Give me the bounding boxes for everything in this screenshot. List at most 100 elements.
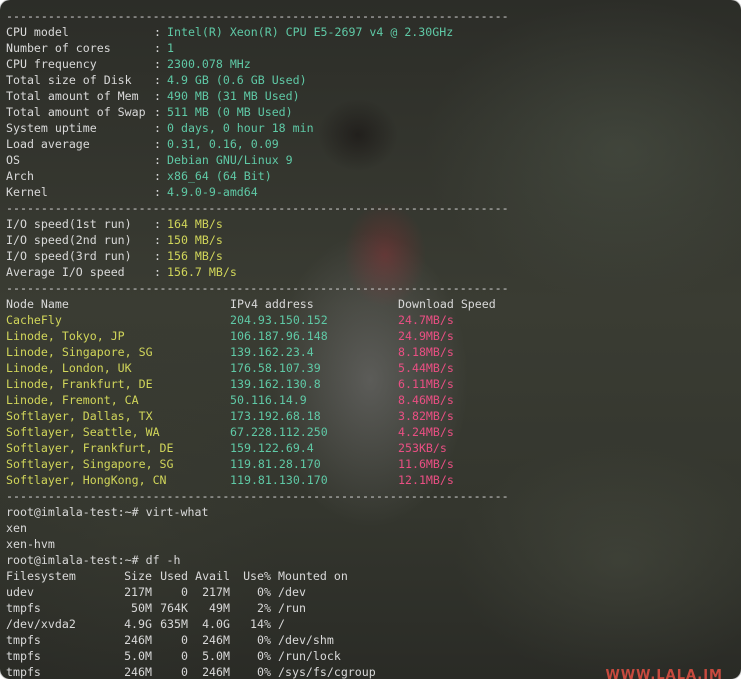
node-name: Softlayer, Seattle, WA bbox=[6, 425, 160, 439]
speedtest-row: Linode, Fremont, CA 50.116.14.9 8.46MB/s bbox=[6, 392, 736, 408]
terminal-window[interactable]: ----------------------------------------… bbox=[0, 0, 741, 679]
df-cell: /dev/shm bbox=[278, 633, 334, 647]
shell-text: root@imlala-test:~# virt-what bbox=[6, 505, 209, 519]
df-row: tmpfs 5.0M 0 5.0M 0% /run/lock bbox=[6, 648, 736, 664]
df-cell: tmpfs bbox=[6, 649, 41, 663]
io-label: I/O speed(2nd run) bbox=[6, 233, 132, 247]
df-cell: /sys/fs/cgroup bbox=[278, 665, 376, 679]
node-speed: 8.18MB/s bbox=[398, 345, 454, 359]
df-cell: 4.0G bbox=[202, 617, 230, 631]
df-cell: / bbox=[278, 617, 285, 631]
df-cell: 50M bbox=[131, 601, 152, 615]
sysinfo-label: Total amount of Swap bbox=[6, 105, 146, 119]
df-cell: udev bbox=[6, 585, 34, 599]
sysinfo-row: Kernel:4.9.0-9-amd64 bbox=[6, 184, 736, 200]
df-row: tmpfs 246M 0 246M 0% /dev/shm bbox=[6, 632, 736, 648]
df-cell: 5.0M bbox=[202, 649, 230, 663]
df-cell: 246M bbox=[202, 665, 230, 679]
io-label: I/O speed(3rd run) bbox=[6, 249, 132, 263]
df-cell: 217M bbox=[124, 585, 152, 599]
node-name: Linode, Singapore, SG bbox=[6, 345, 153, 359]
df-cell: 246M bbox=[124, 633, 152, 647]
df-cell: 635M bbox=[160, 617, 188, 631]
io-row: I/O speed(1st run):164 MB/s bbox=[6, 216, 736, 232]
separator-line: ----------------------------------------… bbox=[6, 8, 736, 24]
io-value: 150 MB/s bbox=[167, 233, 223, 247]
node-ip: 50.116.14.9 bbox=[230, 393, 307, 407]
node-name: Softlayer, HongKong, CN bbox=[6, 473, 167, 487]
shell-text: xen bbox=[6, 521, 27, 535]
speedtest-row: Softlayer, Dallas, TX 173.192.68.18 3.82MB… bbox=[6, 408, 736, 424]
sysinfo-label: Total size of Disk bbox=[6, 73, 132, 87]
io-label: Average I/O speed bbox=[6, 265, 125, 279]
separator-line: ----------------------------------------… bbox=[6, 200, 736, 216]
separator-line: ----------------------------------------… bbox=[6, 488, 736, 504]
df-cell: 0% bbox=[257, 665, 271, 679]
df-cell: 14% bbox=[250, 617, 271, 631]
df-cell: 5.0M bbox=[124, 649, 152, 663]
colon: : bbox=[154, 105, 161, 119]
node-speed: 3.82MB/s bbox=[398, 409, 454, 423]
df-cell: 246M bbox=[124, 665, 152, 679]
speedtest-row: Softlayer, HongKong, CN 119.81.130.170 12.… bbox=[6, 472, 736, 488]
sysinfo-row: Load average:0.31, 0.16, 0.09 bbox=[6, 136, 736, 152]
node-ip: 139.162.23.4 bbox=[230, 345, 314, 359]
df-cell: 0 bbox=[181, 665, 188, 679]
sysinfo-value: Debian GNU/Linux 9 bbox=[167, 153, 293, 167]
colon: : bbox=[154, 73, 161, 87]
speedtest-row: Linode, Frankfurt, DE 139.162.130.8 6.11MB… bbox=[6, 376, 736, 392]
colon: : bbox=[154, 121, 161, 135]
df-cell: 0 bbox=[181, 649, 188, 663]
sysinfo-row: Arch: x86_64 (64 Bit) bbox=[6, 168, 736, 184]
node-name: Linode, Fremont, CA bbox=[6, 393, 139, 407]
sysinfo-label: Load average bbox=[6, 137, 90, 151]
sysinfo-label: Arch bbox=[6, 169, 34, 183]
node-ip: 119.81.28.170 bbox=[230, 457, 321, 471]
shell-text: root@imlala-test:~# df -h bbox=[6, 553, 181, 567]
colon: : bbox=[154, 41, 161, 55]
node-speed: 6.11MB/s bbox=[398, 377, 454, 391]
df-row: udev 217M 0 217M 0% /dev bbox=[6, 584, 736, 600]
sysinfo-row: Number of cores:1 bbox=[6, 40, 736, 56]
node-speed: 11.6MB/s bbox=[398, 457, 454, 471]
colon: : bbox=[154, 89, 161, 103]
io-row: Average I/O speed:156.7 MB/s bbox=[6, 264, 736, 280]
node-ip: 159.122.69.4 bbox=[230, 441, 314, 455]
speedtest-row: Softlayer, Seattle, WA 67.228.112.250 4.24… bbox=[6, 424, 736, 440]
speedtest-row: CacheFly 204.93.150.152 24.7MB/s bbox=[6, 312, 736, 328]
df-cell: 0% bbox=[257, 649, 271, 663]
sysinfo-value: 2300.078 MHz bbox=[167, 57, 251, 71]
sysinfo-row: Total amount of Swap:511 MB (0 MB Used) bbox=[6, 104, 736, 120]
df-row: /dev/xvda2 4.9G 635M 4.0G 14% / bbox=[6, 616, 736, 632]
df-cell: /dev bbox=[278, 585, 306, 599]
io-row: I/O speed(2nd run):150 MB/s bbox=[6, 232, 736, 248]
sysinfo-row: OS: Debian GNU/Linux 9 bbox=[6, 152, 736, 168]
sysinfo-row: System uptime:0 days, 0 hour 18 min bbox=[6, 120, 736, 136]
sysinfo-value: 511 MB (0 MB Used) bbox=[167, 105, 293, 119]
df-cell: 0% bbox=[257, 585, 271, 599]
sysinfo-value: 0 days, 0 hour 18 min bbox=[167, 121, 314, 135]
df-cell: tmpfs bbox=[6, 665, 41, 679]
colon: : bbox=[154, 25, 161, 39]
colon: : bbox=[154, 249, 161, 263]
node-name: Linode, Frankfurt, DE bbox=[6, 377, 153, 391]
sysinfo-row: CPU frequency:2300.078 MHz bbox=[6, 56, 736, 72]
io-row: I/O speed(3rd run):156 MB/s bbox=[6, 248, 736, 264]
speedtest-row: Linode, Singapore, SG 139.162.23.4 8.18MB/… bbox=[6, 344, 736, 360]
sysinfo-label: CPU frequency bbox=[6, 57, 97, 71]
sysinfo-label: Number of cores bbox=[6, 41, 111, 55]
separator-text: ----------------------------------------… bbox=[6, 9, 509, 23]
sysinfo-value: 4.9.0-9-amd64 bbox=[167, 185, 258, 199]
node-speed: 253KB/s bbox=[398, 441, 447, 455]
io-label: I/O speed(1st run) bbox=[6, 217, 132, 231]
sysinfo-label: CPU model bbox=[6, 25, 69, 39]
df-cell: tmpfs bbox=[6, 601, 41, 615]
header-download-speed: Download Speed bbox=[398, 297, 496, 311]
df-cell: Used bbox=[160, 569, 188, 583]
io-value: 156.7 MB/s bbox=[167, 265, 237, 279]
sysinfo-label: System uptime bbox=[6, 121, 97, 135]
df-cell: 217M bbox=[202, 585, 230, 599]
df-cell: /dev/xvda2 bbox=[6, 617, 76, 631]
df-cell: Mounted on bbox=[278, 569, 348, 583]
sysinfo-value: Intel(R) Xeon(R) CPU E5-2697 v4 @ 2.30GH… bbox=[167, 25, 454, 39]
